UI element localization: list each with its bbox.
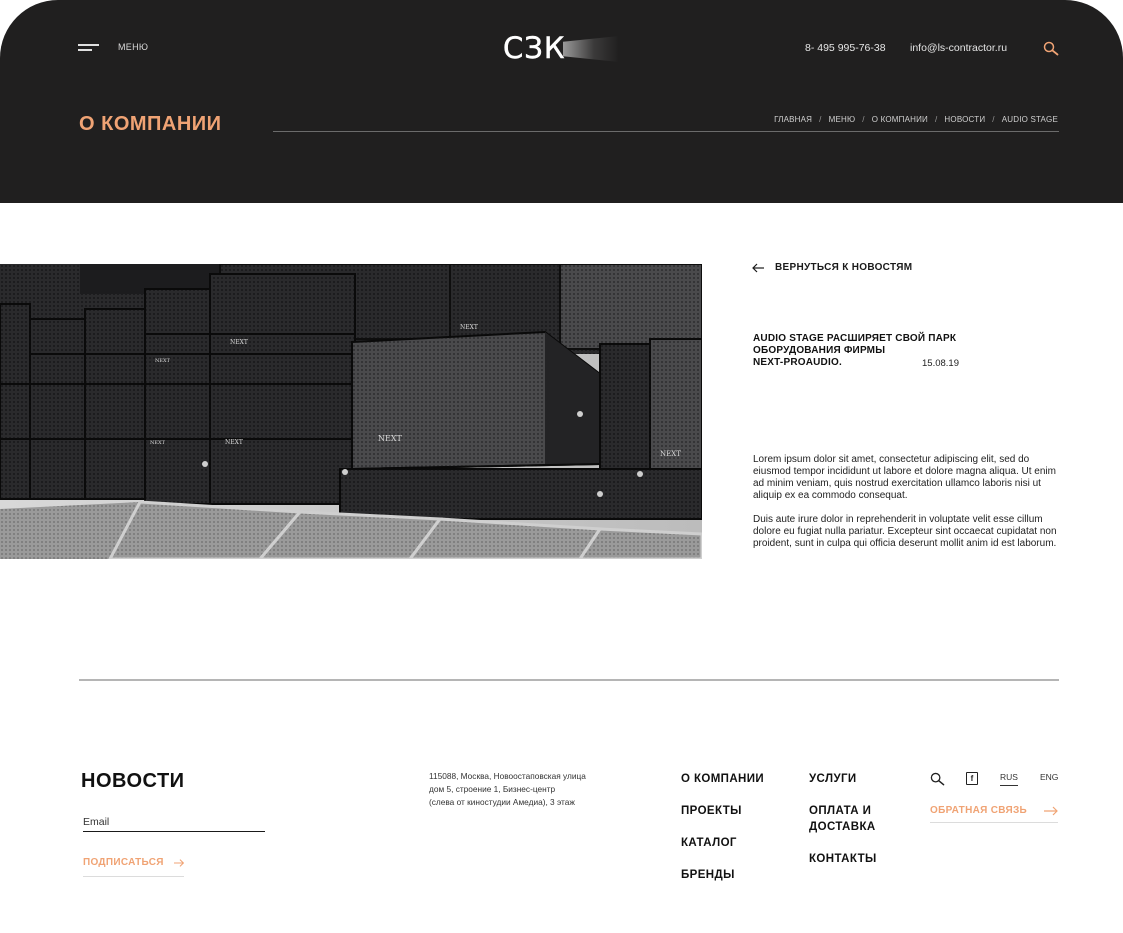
hamburger-icon: [78, 41, 99, 53]
breadcrumb-about[interactable]: О КОМПАНИИ: [872, 115, 928, 124]
svg-text:NEXT: NEXT: [378, 434, 403, 443]
breadcrumb-current: AUDIO STAGE: [1001, 115, 1058, 124]
back-to-news-link[interactable]: ВЕРНУТЬСЯ К НОВОСТЯМ: [752, 262, 912, 273]
footer-nav-column-2: УСЛУГИ ОПЛАТА И ДОСТАВКА КОНТАКТЫ: [809, 771, 899, 883]
email-link[interactable]: info@ls-contractor.ru: [910, 42, 1007, 54]
speaker-stack-image: NEXT NEXT NEXT NEXT NEXT NEXT NEXT: [0, 264, 702, 559]
arrow-left-icon: [752, 263, 764, 272]
arrow-right-icon: [173, 858, 184, 867]
feedback-button[interactable]: ОБРАТНАЯ СВЯЗЬ: [930, 805, 1058, 823]
page-title: О КОМПАНИИ: [79, 113, 222, 135]
article-date: 15.08.19: [922, 358, 959, 369]
logo-text: СЗК: [503, 31, 566, 66]
lang-rus-toggle[interactable]: RUS: [1000, 772, 1018, 786]
menu-label: МЕНЮ: [118, 42, 149, 52]
search-icon[interactable]: [1043, 41, 1059, 57]
article-photo: NEXT NEXT NEXT NEXT NEXT NEXT NEXT: [0, 264, 702, 559]
article-paragraph: Lorem ipsum dolor sit amet, consectetur …: [753, 454, 1056, 501]
footer-link-services[interactable]: УСЛУГИ: [809, 771, 899, 787]
footer-link-projects[interactable]: ПРОЕКТЫ: [681, 803, 764, 819]
footer-news-title: НОВОСТИ: [81, 770, 185, 792]
lang-eng-toggle[interactable]: ENG: [1040, 772, 1058, 782]
breadcrumb-menu[interactable]: МЕНЮ: [829, 115, 856, 124]
svg-text:NEXT: NEXT: [460, 324, 478, 331]
title-divider: [273, 131, 1059, 132]
footer-divider: [79, 679, 1059, 681]
breadcrumb-news[interactable]: НОВОСТИ: [944, 115, 985, 124]
footer-search-icon[interactable]: [930, 772, 945, 787]
back-to-news-label: ВЕРНУТЬСЯ К НОВОСТЯМ: [775, 262, 913, 273]
svg-text:NEXT: NEXT: [155, 358, 171, 364]
subscribe-button[interactable]: ПОДПИСАТЬСЯ: [83, 857, 184, 877]
subscribe-label: ПОДПИСАТЬСЯ: [83, 857, 164, 868]
header: МЕНЮ СЗК 8- 495 995-76-38 info@ls-contra…: [0, 0, 1123, 203]
logo[interactable]: СЗК: [503, 31, 619, 66]
svg-text:NEXT: NEXT: [150, 440, 166, 446]
svg-text:NEXT: NEXT: [230, 339, 248, 346]
newsletter-email-input[interactable]: [83, 812, 265, 832]
footer-link-catalog[interactable]: КАТАЛОГ: [681, 835, 764, 851]
arrow-right-icon: [1044, 806, 1058, 815]
breadcrumb-home[interactable]: ГЛАВНАЯ: [774, 115, 812, 124]
logo-beam: [563, 36, 619, 62]
footer-nav-column-1: О КОМПАНИИ ПРОЕКТЫ КАТАЛОГ БРЕНДЫ: [681, 771, 764, 899]
breadcrumb: ГЛАВНАЯ / МЕНЮ / О КОМПАНИИ / НОВОСТИ / …: [774, 115, 1058, 124]
footer-link-about[interactable]: О КОМПАНИИ: [681, 771, 764, 787]
article-body: Lorem ipsum dolor sit amet, consectetur …: [753, 454, 1063, 550]
svg-text:NEXT: NEXT: [225, 439, 243, 446]
facebook-icon[interactable]: f: [966, 772, 978, 785]
footer-link-contacts[interactable]: КОНТАКТЫ: [809, 851, 899, 867]
footer-address: 115088, Москва, Новоостаповская улица до…: [429, 771, 586, 807]
footer-link-brands[interactable]: БРЕНДЫ: [681, 867, 764, 883]
feedback-label: ОБРАТНАЯ СВЯЗЬ: [930, 805, 1028, 816]
svg-text:NEXT: NEXT: [660, 450, 681, 458]
page-frame: МЕНЮ СЗК 8- 495 995-76-38 info@ls-contra…: [0, 0, 1123, 933]
menu-button[interactable]: МЕНЮ: [78, 41, 148, 53]
phone-link[interactable]: 8- 495 995-76-38: [805, 42, 886, 54]
article-paragraph: Duis aute irure dolor in reprehenderit i…: [753, 514, 1057, 549]
footer-link-payment-delivery[interactable]: ОПЛАТА И ДОСТАВКА: [809, 803, 899, 835]
